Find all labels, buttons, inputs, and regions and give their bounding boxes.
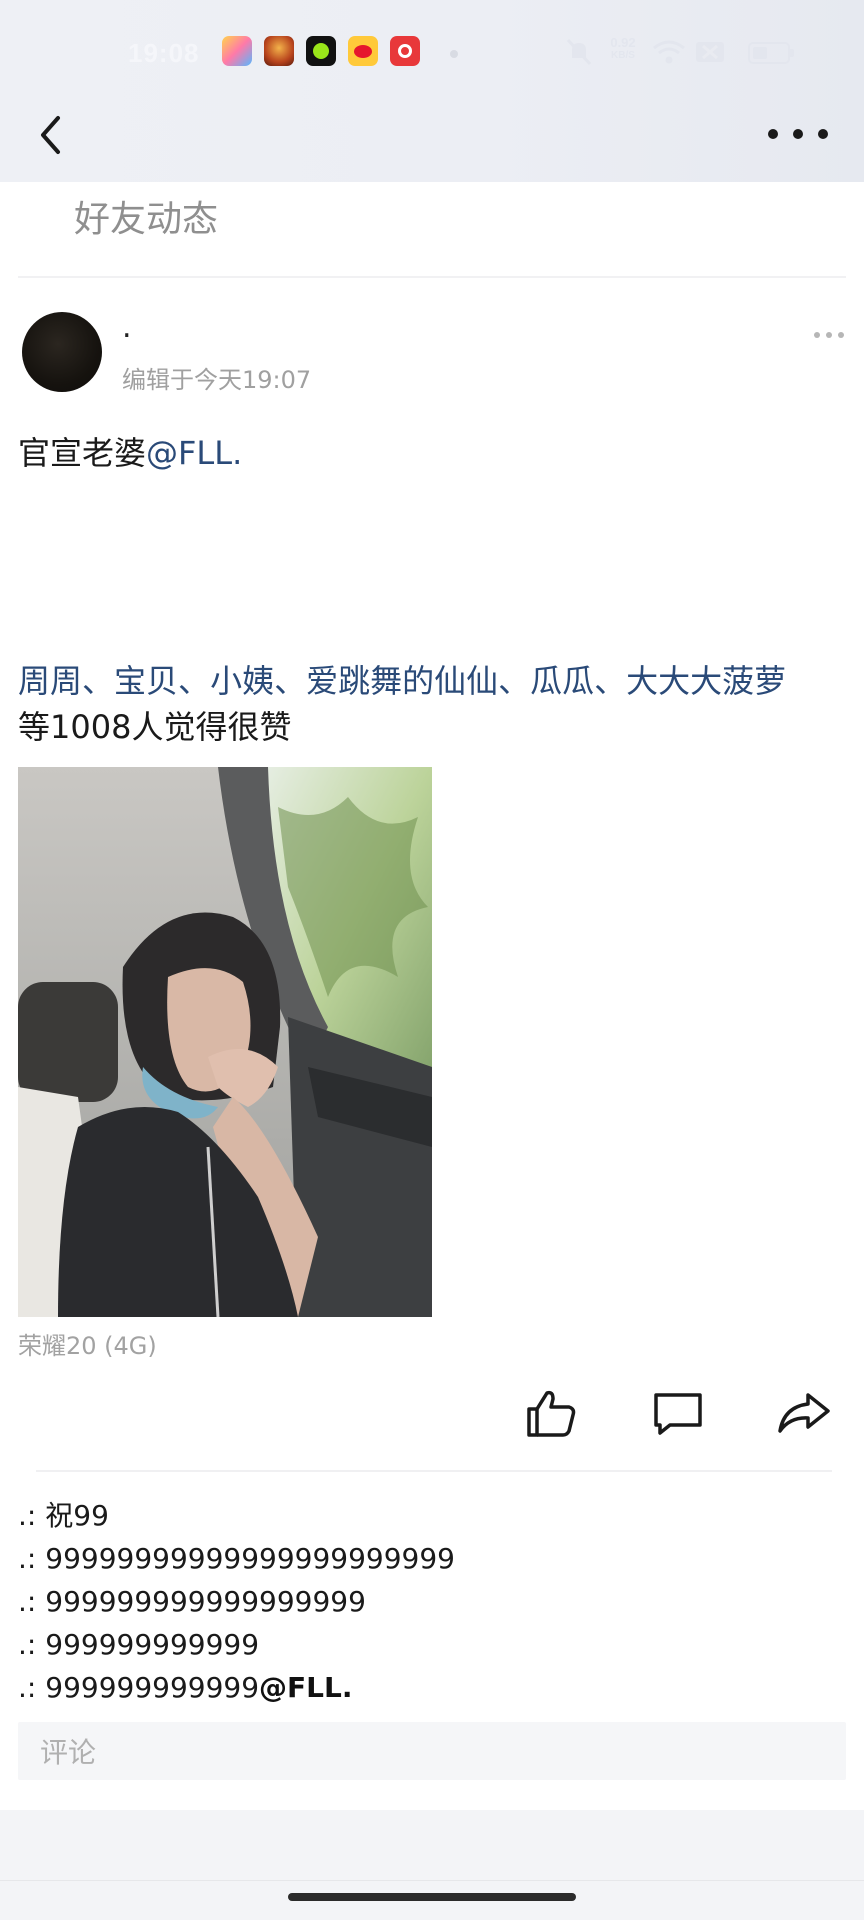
post-more-button[interactable] (814, 330, 844, 340)
divider (18, 276, 846, 278)
green-ring-app-icon (306, 36, 336, 66)
comment-separator: : (26, 1499, 46, 1532)
liker-name[interactable]: 宝贝 (114, 662, 178, 700)
liker-name[interactable]: 瓜瓜 (530, 662, 594, 700)
comment-author[interactable]: . (18, 1542, 27, 1575)
divider (0, 1880, 864, 1881)
comment-author[interactable]: . (18, 1499, 27, 1532)
comment-separator: : (26, 1585, 46, 1618)
more-notifications-dot (450, 50, 458, 58)
post-photo[interactable] (18, 767, 432, 1317)
liker-name[interactable]: 大大大菠萝 (626, 662, 786, 700)
wifi-icon (653, 40, 685, 64)
top-bar: 19:08 0.92 KB/S (0, 0, 864, 182)
comment-text: 999999999999999999 (45, 1585, 366, 1618)
comment-item[interactable]: .: 999999999999 (18, 1623, 846, 1666)
liker-separator: 、 (274, 662, 307, 700)
sim-off-icon (696, 42, 724, 62)
comment-author[interactable]: . (18, 1628, 27, 1661)
comment-button[interactable] (650, 1385, 706, 1441)
more-dot (793, 129, 803, 139)
mention-link[interactable]: @FLL. (146, 434, 242, 472)
comment-list: .: 祝99 .: 99999999999999999999999 .: 999… (18, 1494, 846, 1709)
comment-input-placeholder: 评论 (40, 1736, 97, 1769)
share-arrow-icon (778, 1393, 830, 1433)
weibo-app-icon (348, 36, 378, 66)
username[interactable]: . (122, 310, 132, 345)
more-dot (818, 129, 828, 139)
comment-mention[interactable]: @FLL. (259, 1671, 352, 1704)
network-speed-value: 0.92 (610, 35, 636, 50)
more-options-button[interactable] (768, 118, 828, 150)
home-indicator[interactable] (288, 1893, 576, 1901)
liker-name[interactable]: 爱跳舞的仙仙 (306, 662, 498, 700)
back-button[interactable] (30, 110, 70, 160)
more-dot (838, 332, 844, 338)
comment-text: 999999999999 (45, 1628, 260, 1661)
page-title: 好友动态 (74, 199, 219, 240)
comic-app-icon (222, 36, 252, 66)
comment-author[interactable]: . (18, 1671, 27, 1704)
status-time: 19:08 (128, 38, 200, 68)
network-speed-unit: KB/S (611, 50, 635, 61)
battery-tip (790, 49, 794, 57)
comment-text: 99999999999999999999999 (45, 1542, 455, 1575)
game-hero-app-icon (264, 36, 294, 66)
liker-name[interactable]: 小姨 (210, 662, 274, 700)
comment-bubble-icon (654, 1393, 702, 1435)
photo-image (18, 767, 432, 1317)
comment-text: 999999999999 (45, 1671, 260, 1704)
edit-timestamp: 编辑于今天19:07 (122, 366, 312, 394)
battery-level (753, 47, 767, 59)
comment-item[interactable]: .: 祝99 (18, 1494, 846, 1537)
comment-separator: : (26, 1542, 46, 1575)
liker-separator: 、 (82, 662, 115, 700)
likes-summary: 周周、宝贝、小姨、爱跳舞的仙仙、瓜瓜、大大大菠萝 等1008人觉得很赞 (18, 658, 850, 750)
comment-item[interactable]: .: 999999999999@FLL. (18, 1666, 846, 1709)
device-label: 荣耀20 (4G) (18, 1332, 157, 1360)
divider (36, 1470, 832, 1472)
post-text: 官宣老婆@FLL. (18, 428, 242, 474)
avatar[interactable] (22, 312, 102, 392)
like-count-text: 等1008人觉得很赞 (18, 708, 292, 746)
thumbs-up-icon (527, 1390, 576, 1437)
liker-name[interactable]: 周周 (18, 662, 82, 700)
more-dot (814, 332, 820, 338)
netease-music-app-icon (390, 36, 420, 66)
more-dot (826, 332, 832, 338)
chevron-left-icon (41, 116, 60, 154)
comment-item[interactable]: .: 99999999999999999999999 (18, 1537, 846, 1580)
comment-author[interactable]: . (18, 1585, 27, 1618)
liker-separator: 、 (594, 662, 627, 700)
liker-separator: 、 (178, 662, 211, 700)
bottom-area (0, 1810, 864, 1920)
comment-item[interactable]: .: 999999999999999999 (18, 1580, 846, 1623)
liker-separator: 、 (498, 662, 531, 700)
post-text-body: 官宣老婆 (18, 434, 147, 472)
comment-input[interactable]: 评论 (18, 1722, 846, 1780)
mute-icon (566, 38, 592, 66)
like-button[interactable] (523, 1385, 579, 1441)
liker-list: 周周、宝贝、小姨、爱跳舞的仙仙、瓜瓜、大大大菠萝 (18, 662, 786, 700)
share-button[interactable] (776, 1385, 832, 1441)
comment-separator: : (26, 1671, 46, 1704)
more-dot (768, 129, 778, 139)
battery-icon (748, 42, 794, 64)
comment-text: 祝99 (45, 1499, 109, 1532)
comment-separator: : (26, 1628, 46, 1661)
network-speed: 0.92 KB/S (602, 36, 644, 62)
status-bar: 19:08 0.92 KB/S (0, 32, 864, 76)
